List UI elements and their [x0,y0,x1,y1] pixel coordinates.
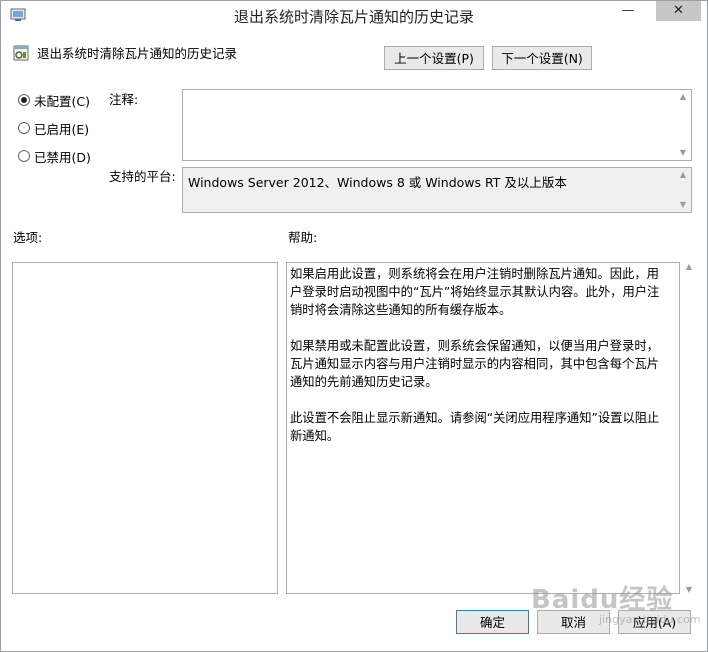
scroll-up-icon[interactable]: ▲ [681,262,697,271]
platform-label: 支持的平台: [109,169,176,184]
radio-disabled[interactable]: 已禁用(D) [18,148,91,165]
radio-enabled[interactable]: 已启用(E) [18,120,90,137]
help-paragraph: 此设置不会阻止显示新通知。请参阅“关闭应用程序通知”设置以阻止新通知。 [290,411,660,443]
window-title: 退出系统时清除瓦片通知的历史记录 [233,8,474,26]
radio-button[interactable] [18,150,30,162]
policy-name: 退出系统时清除瓦片通知的历史记录 [37,46,238,61]
scroll-down-icon[interactable]: ▼ [681,585,697,594]
help-scrollbar[interactable]: ▲ ▼ [681,262,697,594]
comment-label: 注释: [109,92,139,107]
platform-field: Windows Server 2012、Windows 8 或 Windows … [182,167,692,213]
options-panel [12,262,278,594]
help-paragraph: 如果启用此设置，则系统将会在用户注销时删除瓦片通知。因此，用户登录时启动视图中的… [290,267,660,317]
platform-scrollbar[interactable]: ▲ ▼ [675,168,691,212]
scroll-down-icon[interactable]: ▼ [675,198,691,212]
scroll-up-icon[interactable]: ▲ [675,168,691,182]
title-bar: 退出系统时清除瓦片通知的历史记录 — ✕ [1,1,707,31]
scroll-up-icon[interactable]: ▲ [675,90,691,104]
help-text: 如果启用此设置，则系统将会在用户注销时删除瓦片通知。因此，用户登录时启动视图中的… [290,265,665,463]
policy-settings-icon [13,45,29,61]
options-label: 选项: [13,230,43,245]
policy-dialog: 退出系统时清除瓦片通知的历史记录 — ✕ 退出系统时清除瓦片通知的历史记录 上一… [0,0,708,652]
close-button[interactable]: ✕ [656,1,701,21]
help-panel: 如果启用此设置，则系统将会在用户注销时删除瓦片通知。因此，用户登录时启动视图中的… [286,262,680,594]
help-paragraph: 如果禁用或未配置此设置，则系统会保留通知，以便当用户登录时，瓦片通知显示内容与用… [290,339,659,389]
radio-label: 已禁用(D) [34,149,91,165]
scroll-down-icon[interactable]: ▼ [675,146,691,160]
radio-label: 未配置(C) [34,93,90,109]
previous-setting-button[interactable]: 上一个设置(P) [384,46,484,70]
next-setting-button[interactable]: 下一个设置(N) [492,46,592,70]
comment-textarea[interactable]: ▲ ▼ [182,89,692,161]
watermark-url: jingyan.baidu.com [599,613,701,626]
comment-scrollbar[interactable]: ▲ ▼ [675,90,691,160]
help-label: 帮助: [288,230,318,245]
radio-label: 已启用(E) [34,121,90,137]
radio-button-selected[interactable] [18,94,30,106]
watermark-logo: Baidu经验 [531,585,674,615]
platform-value: Windows Server 2012、Windows 8 或 Windows … [188,175,567,190]
radio-not-configured[interactable]: 未配置(C) [18,92,90,109]
minimize-button[interactable]: — [613,1,643,21]
radio-button[interactable] [18,122,30,134]
ok-button[interactable]: 确定 [456,610,529,634]
